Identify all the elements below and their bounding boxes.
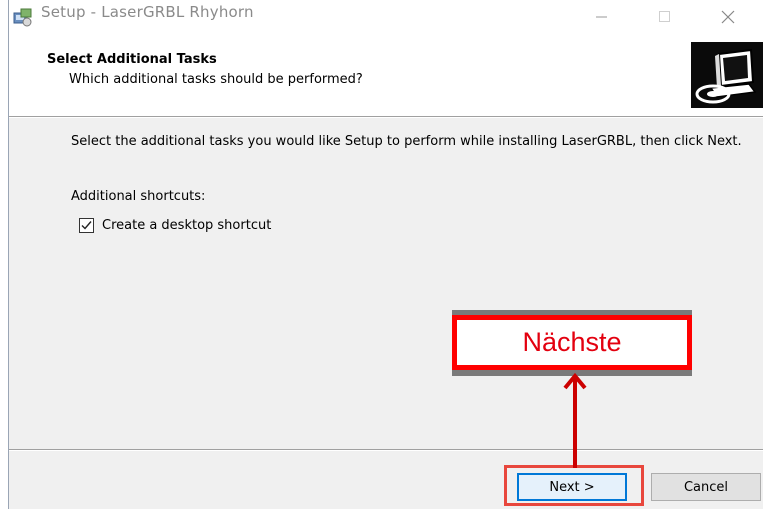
title-bar[interactable]: Setup - LaserGRBL Rhyhorn bbox=[9, 0, 763, 34]
computer-disk-logo bbox=[691, 42, 763, 108]
setup-app-icon bbox=[13, 7, 33, 27]
task-description: Select the additional tasks you would li… bbox=[71, 134, 742, 149]
desktop-shortcut-label[interactable]: Create a desktop shortcut bbox=[102, 218, 271, 233]
close-icon[interactable] bbox=[705, 0, 751, 34]
wizard-header: Select Additional Tasks Which additional… bbox=[9, 34, 763, 116]
checkmark-icon bbox=[81, 220, 92, 230]
annotation-callout-text: Nächste bbox=[522, 327, 622, 357]
annotation-callout: Nächste bbox=[452, 315, 692, 370]
wizard-content: Select the additional tasks you would li… bbox=[9, 118, 763, 448]
desktop-shortcut-checkbox[interactable] bbox=[79, 217, 94, 233]
maximize-icon[interactable] bbox=[642, 0, 688, 34]
page-subtitle: Which additional tasks should be perform… bbox=[69, 72, 363, 87]
page-title: Select Additional Tasks bbox=[47, 52, 217, 67]
shortcuts-group-label: Additional shortcuts: bbox=[71, 189, 206, 204]
next-button-highlight bbox=[504, 465, 644, 506]
desktop-shortcut-option[interactable]: Create a desktop shortcut bbox=[79, 215, 271, 235]
arrow-up-icon bbox=[560, 372, 590, 468]
cancel-button[interactable]: Cancel bbox=[651, 473, 761, 501]
minimize-icon[interactable] bbox=[579, 0, 625, 34]
window-title: Setup - LaserGRBL Rhyhorn bbox=[41, 3, 254, 21]
footer-divider-highlight bbox=[9, 450, 763, 451]
